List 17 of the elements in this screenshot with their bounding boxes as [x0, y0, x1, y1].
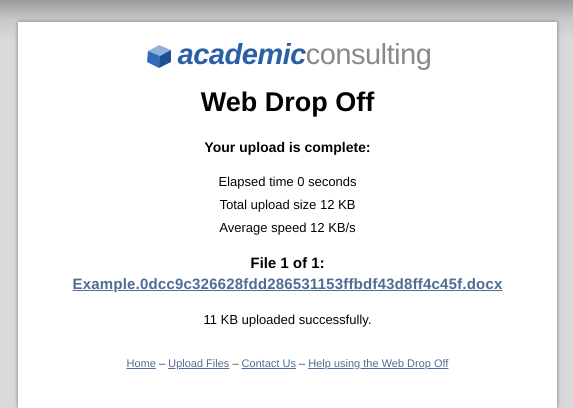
separator-text: – — [299, 358, 306, 370]
separator-text: – — [158, 358, 166, 370]
stat-text: Elapsed time 0 seconds — [218, 174, 357, 189]
upload-status: 11 KB uploaded successfully. — [204, 312, 372, 327]
logo-text: academic — [178, 39, 306, 71]
file-link[interactable]: Example.0dcc9c326628fdd286531153ffbdf43d8ff4c45f.docx — [72, 276, 502, 293]
stat-text: Total upload size 12 KB — [220, 197, 356, 212]
page-title: Web Drop Off — [200, 86, 376, 119]
stat-text: Average speed 12 KB/s — [219, 220, 356, 235]
status-heading: Your upload is complete: — [204, 138, 371, 157]
footer-link[interactable]: Contact Us — [242, 358, 296, 370]
separator-text: – — [232, 358, 238, 370]
footer-link[interactable]: Upload Files — [168, 358, 230, 370]
footer-link[interactable]: Home — [126, 358, 156, 370]
logo-subtext: consulting — [306, 39, 432, 71]
file-heading: File 1 of 1: — [250, 255, 325, 272]
footer-link[interactable]: Help using the Web Drop Off — [308, 358, 448, 370]
